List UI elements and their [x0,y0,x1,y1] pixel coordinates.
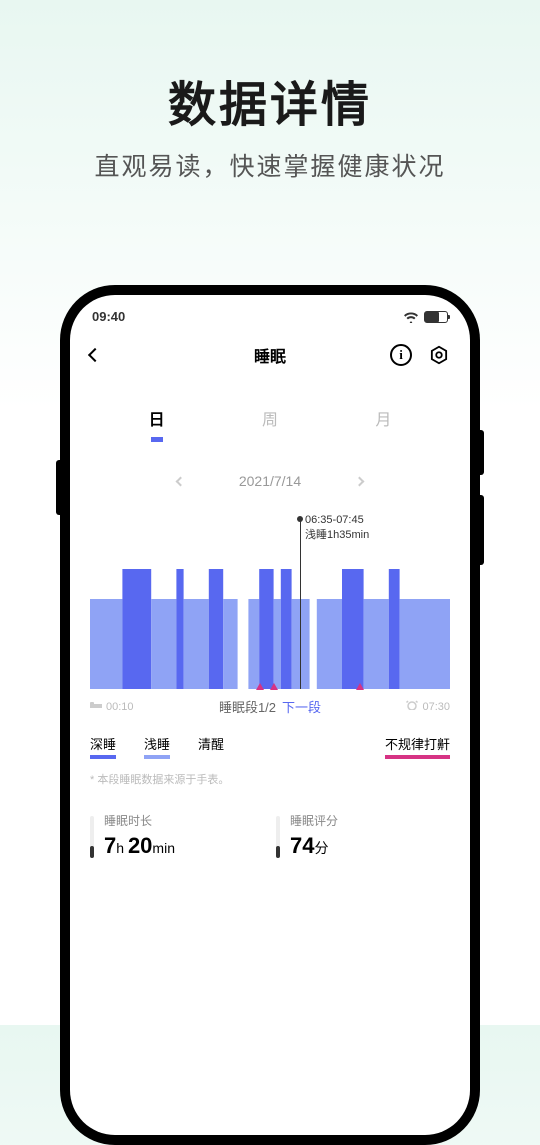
snore-markers [90,683,450,691]
phone-button-side [480,495,484,565]
statusbar-time: 09:40 [92,309,125,324]
back-button[interactable] [88,348,102,362]
phone-button-side [56,460,60,515]
legend-light: 浅睡 [144,734,170,757]
tab-month[interactable]: 月 [327,398,440,438]
chart-legend: 深睡 浅睡 清醒 不规律打鼾 [90,734,450,757]
chart-tooltip: 06:35-07:45 浅睡1h35min [305,513,369,544]
page-title: 睡眠 [254,343,286,367]
statusbar: 09:40 [70,295,470,332]
chevron-left-icon[interactable] [175,476,185,486]
sleep-chart: 06:35-07:45 浅睡1h35min [90,519,450,689]
settings-icon[interactable] [428,344,450,366]
snore-marker [256,683,264,690]
statusbar-icons [403,311,448,323]
promo-title: 数据详情 [0,65,540,135]
stat-bar-icon [276,816,280,858]
stat-score: 睡眠评分 74分 [276,812,450,859]
stat-label: 睡眠评分 [290,812,338,829]
tab-week[interactable]: 周 [213,398,326,438]
stat-label: 睡眠时长 [104,812,175,829]
tab-day[interactable]: 日 [100,398,213,438]
legend-snore: 不规律打鼾 [385,734,450,757]
phone-mockup: 09:40 睡眠 i 日周月 2021/7/14 [60,285,480,1145]
sleep-end-time: 07:30 [406,700,450,713]
sleep-segment-label: 睡眠段1/2 [219,697,276,716]
stats-row: 睡眠时长 7h 20min 睡眠评分 74分 [90,812,450,859]
tooltip-detail: 浅睡1h35min [305,528,369,543]
chart-tooltip-line [300,519,301,689]
battery-icon [424,311,448,323]
stat-value: 74分 [290,833,338,859]
legend-awake: 清醒 [198,734,224,757]
date-picker: 2021/7/14 [70,473,470,489]
info-icon[interactable]: i [390,344,412,366]
wifi-icon [403,311,419,323]
stat-duration: 睡眠时长 7h 20min [90,812,264,859]
chart-footer: 00:10 睡眠段1/2 下一段 07:30 [90,697,450,716]
tooltip-time: 06:35-07:45 [305,513,369,528]
next-segment-link[interactable]: 下一段 [282,697,321,716]
chart-tooltip-dot [297,516,303,522]
snore-marker [270,683,278,690]
bed-icon [90,700,102,710]
legend-deep: 深睡 [90,734,116,757]
data-source-note: * 本段睡眠数据来源于手表。 [90,771,450,787]
phone-screen: 09:40 睡眠 i 日周月 2021/7/14 [70,295,470,1135]
chevron-right-icon[interactable] [355,476,365,486]
date-value: 2021/7/14 [239,473,301,489]
period-tabs: 日周月 [70,398,470,438]
sleep-start-time: 00:10 [90,700,134,713]
navbar: 睡眠 i [70,332,470,378]
stat-bar-icon [90,816,94,858]
promo-subtitle: 直观易读，快速掌握健康状况 [0,147,540,183]
snore-marker [356,683,364,690]
phone-button-side [480,430,484,475]
stat-value: 7h 20min [104,833,175,859]
alarm-icon [406,700,418,710]
